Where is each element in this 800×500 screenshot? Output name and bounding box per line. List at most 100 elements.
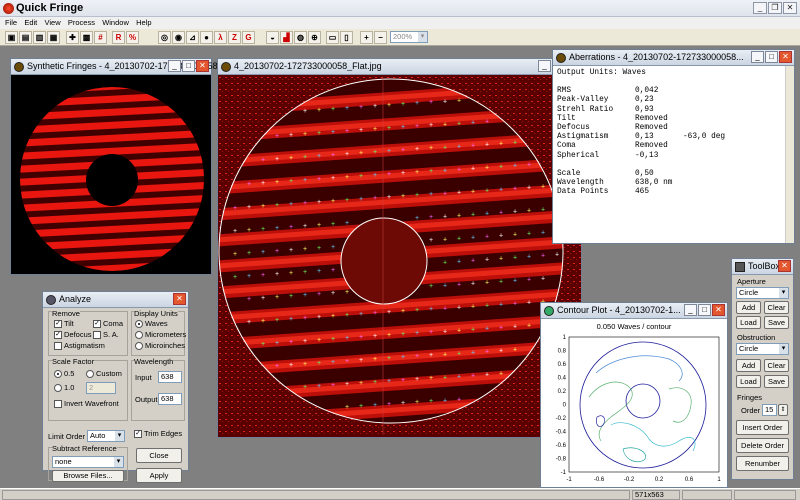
close-button[interactable]: ✕ (196, 60, 209, 72)
table-icon[interactable]: # (94, 31, 107, 44)
interferogram-image[interactable]: + + + + + + + + + + + + + + + + + + + + + + + + + + + + + + + + + + + + + + + +… (218, 75, 581, 437)
zoom-in-icon[interactable]: + (360, 31, 373, 44)
trim-edges-checkbox[interactable]: ✓ (134, 430, 142, 438)
shell-icon[interactable]: ◒ (266, 31, 279, 44)
coma-checkbox[interactable]: ✓ (93, 320, 101, 328)
limit-order-select[interactable]: Auto (87, 430, 125, 442)
minimize-button[interactable]: _ (751, 51, 764, 63)
copy-icon[interactable]: ▯ (340, 31, 353, 44)
aperture-shape-select[interactable]: Circle (736, 287, 789, 299)
fringe-point-marker: + (429, 237, 433, 244)
defocus-checkbox[interactable]: ✓ (54, 331, 62, 339)
input-wavelength[interactable]: 638 (158, 371, 182, 383)
fringe-point-marker: + (457, 396, 461, 403)
lambda-icon[interactable]: λ (214, 31, 227, 44)
aperture-save-button[interactable]: Save (764, 316, 789, 329)
fringe-point-marker: + (303, 315, 307, 322)
fringe-point-marker: + (471, 257, 475, 264)
fringe-point-marker: + (303, 200, 307, 207)
chart-icon[interactable]: ▟ (280, 31, 293, 44)
order-spinner[interactable]: ⇕ (778, 404, 788, 416)
aperture-load-button[interactable]: Load (736, 316, 761, 329)
fringe-point-marker: + (233, 228, 237, 235)
z-icon[interactable]: Z (228, 31, 241, 44)
menu-help[interactable]: Help (136, 17, 151, 29)
percent-icon[interactable]: % (126, 31, 139, 44)
circle-icon[interactable]: ◎ (158, 31, 171, 44)
close-button[interactable]: ✕ (712, 304, 725, 316)
obstruction-load-button[interactable]: Load (736, 375, 761, 388)
fringe-point-marker: + (429, 122, 433, 129)
menu-file[interactable]: File (5, 17, 17, 29)
export-icon[interactable]: ▭ (326, 31, 339, 44)
astigmatism-checkbox[interactable] (54, 342, 62, 350)
x-tick-label: -0.6 (594, 477, 605, 483)
scale-one-radio[interactable] (54, 384, 62, 392)
close-analyze-button[interactable]: Close (136, 448, 182, 463)
fringe-point-marker: + (471, 372, 475, 379)
g-icon[interactable]: G (242, 31, 255, 44)
sa-checkbox[interactable] (93, 331, 101, 339)
reference-select[interactable]: none (52, 456, 124, 468)
scrollbar[interactable] (785, 66, 794, 243)
tilt-checkbox[interactable]: ✓ (54, 320, 62, 328)
renumber-button[interactable]: Renumber (736, 456, 789, 471)
tools-icon[interactable]: ✚ (66, 31, 79, 44)
invert-wavefront-checkbox[interactable] (54, 400, 62, 408)
close-button[interactable]: ✕ (779, 51, 792, 63)
maximize-button[interactable]: □ (765, 51, 778, 63)
aperture-add-button[interactable]: Add (736, 301, 761, 314)
menu-window[interactable]: Window (102, 17, 129, 29)
obstruction-label: Obstruction (737, 333, 776, 342)
sphere2-icon[interactable]: ◍ (294, 31, 307, 44)
minimize-button[interactable]: _ (684, 304, 697, 316)
close-button[interactable]: ✕ (173, 293, 186, 305)
insert-order-button[interactable]: Insert Order (736, 420, 789, 435)
close-button[interactable]: ✕ (778, 260, 791, 272)
custom-scale-input[interactable]: 2 (86, 382, 116, 394)
fringe-point-marker: + (429, 329, 433, 336)
close-button[interactable]: ✕ (783, 2, 797, 14)
globe-icon[interactable]: ⊕ (308, 31, 321, 44)
open-icon[interactable]: ▣ (5, 31, 18, 44)
minimize-button[interactable]: _ (753, 2, 767, 14)
waves-radio[interactable] (135, 320, 143, 328)
grid-icon[interactable]: ▩ (80, 31, 93, 44)
minimize-button[interactable]: _ (538, 60, 551, 72)
output-wavelength[interactable]: 638 (158, 393, 182, 405)
apply-button[interactable]: Apply (136, 468, 182, 483)
order-input[interactable]: 15 (762, 404, 777, 416)
plot-icon[interactable]: ⊿ (186, 31, 199, 44)
scale-half-radio[interactable] (54, 370, 62, 378)
sphere-icon[interactable]: ● (200, 31, 213, 44)
minimize-button[interactable]: _ (168, 60, 181, 72)
maximize-button[interactable]: □ (698, 304, 711, 316)
obstruction-add-button[interactable]: Add (736, 359, 761, 372)
menu-edit[interactable]: Edit (24, 17, 37, 29)
x-tick-label: 1 (717, 477, 721, 483)
save-icon[interactable]: ▤ (19, 31, 32, 44)
menu-view[interactable]: View (45, 17, 61, 29)
browse-files-button[interactable]: Browse Files... (52, 470, 124, 482)
obstruction-clear-button[interactable]: Clear (764, 359, 789, 372)
app-icon (3, 3, 14, 14)
zoom-out-icon[interactable]: − (374, 31, 387, 44)
aperture-clear-button[interactable]: Clear (764, 301, 789, 314)
microinches-radio[interactable] (135, 342, 143, 350)
menu-process[interactable]: Process (68, 17, 95, 29)
fringe-point-marker: + (317, 360, 321, 367)
fringe-point-marker: + (345, 335, 349, 342)
aberration-value: 0,13 (635, 133, 654, 142)
zoom-select[interactable]: 200% (390, 31, 428, 43)
maximize-button[interactable]: □ (182, 60, 195, 72)
obstruction-shape-select[interactable]: Circle (736, 343, 789, 355)
print-icon[interactable]: ▥ (33, 31, 46, 44)
preview-icon[interactable]: ▦ (47, 31, 60, 44)
obstruction-save-button[interactable]: Save (764, 375, 789, 388)
micrometers-radio[interactable] (135, 331, 143, 339)
delete-order-button[interactable]: Delete Order (736, 438, 789, 453)
restore-button[interactable]: ❐ (768, 2, 782, 14)
scale-custom-radio[interactable] (86, 370, 94, 378)
r-icon[interactable]: R (112, 31, 125, 44)
fringe-icon[interactable]: ◉ (172, 31, 185, 44)
